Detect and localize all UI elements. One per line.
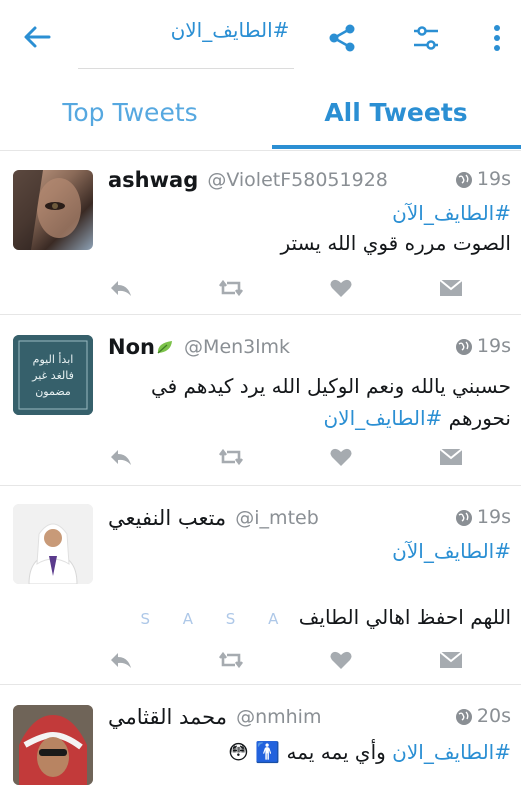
tab-top-tweets[interactable]: Top Tweets xyxy=(0,78,260,150)
direct-message-icon[interactable] xyxy=(438,276,464,300)
like-icon[interactable] xyxy=(328,445,354,469)
svg-text:فالغد غير: فالغد غير xyxy=(31,369,74,382)
share-icon[interactable] xyxy=(326,22,358,54)
direct-message-icon[interactable] xyxy=(438,445,464,469)
hashtag-link[interactable]: #الطايف_الان xyxy=(392,740,511,764)
hashtag-link[interactable]: #الطايف_الآن xyxy=(108,198,511,228)
active-tab-indicator xyxy=(272,145,521,149)
avatar-image xyxy=(13,705,93,785)
avatar-image xyxy=(13,170,81,250)
search-title: #الطايف_الان xyxy=(170,18,290,42)
time-label: 19s xyxy=(476,168,511,190)
tweet-text: الصوت مرره قوي الله يستر xyxy=(280,231,512,255)
time-label: 19s xyxy=(476,335,511,357)
tweet-text-line: نحورهم #الطايف_الان xyxy=(108,403,511,433)
avatar[interactable] xyxy=(13,705,93,785)
tweet-item[interactable]: متعب النفيعي @i_mteb 19s #الطايف_الآن ال… xyxy=(0,486,521,685)
filter-settings-icon[interactable] xyxy=(410,22,442,54)
display-name[interactable]: محمد القثامي xyxy=(108,705,227,729)
time-label: 20s xyxy=(476,705,511,727)
more-options-icon[interactable] xyxy=(489,22,505,54)
globe-icon xyxy=(455,171,472,188)
tweet-time: 19s xyxy=(455,506,511,528)
title-underline xyxy=(78,68,294,69)
tweet-time: 20s xyxy=(455,705,511,727)
globe-icon xyxy=(455,338,472,355)
like-icon[interactable] xyxy=(328,276,354,300)
back-arrow-icon[interactable] xyxy=(22,22,52,52)
tweet-actions xyxy=(108,276,464,300)
user-handle[interactable]: @nmhim xyxy=(236,706,321,728)
tweet-time: 19s xyxy=(455,335,511,357)
retweet-icon[interactable] xyxy=(218,445,244,469)
svg-text:ابدأ اليوم: ابدأ اليوم xyxy=(33,352,74,366)
avatar-image: ابدأ اليوم فالغد غير مضمون xyxy=(13,335,93,415)
retweet-icon[interactable] xyxy=(218,276,244,300)
reply-icon[interactable] xyxy=(108,648,134,672)
top-bar: #الطايف_الان xyxy=(0,0,521,78)
globe-icon xyxy=(455,708,472,725)
like-icon[interactable] xyxy=(328,648,354,672)
reply-icon[interactable] xyxy=(108,276,134,300)
user-handle[interactable]: @Men3lmk xyxy=(184,336,290,358)
hashtag-link[interactable]: #الطايف_الان xyxy=(323,406,442,430)
tweet-text: وأي يمه يمه 🚹 😳 xyxy=(228,740,386,764)
globe-icon xyxy=(455,509,472,526)
tweet-header: متعب النفيعي @i_mteb 19s xyxy=(108,506,511,536)
tweet-text: نحورهم xyxy=(448,406,511,430)
tab-bar: Top Tweets All Tweets xyxy=(0,78,521,151)
leaf-emoji-icon xyxy=(157,341,172,354)
tweet-item[interactable]: ashwag @VioletF58051928 19s #الطايف_الآن… xyxy=(0,152,521,315)
tab-all-tweets[interactable]: All Tweets xyxy=(271,78,521,150)
avatar-image xyxy=(13,504,93,584)
user-handle[interactable]: @VioletF58051928 xyxy=(207,169,388,191)
display-name[interactable]: Non xyxy=(108,335,155,359)
user-handle[interactable]: @i_mteb xyxy=(235,507,319,529)
tweet-item[interactable]: ابدأ اليوم فالغد غير مضمون Non @Men3lmk … xyxy=(0,315,521,486)
tweet-header: محمد القثامي @nmhim 20s xyxy=(108,705,511,735)
tweet-header: Non @Men3lmk 19s xyxy=(108,335,511,365)
avatar[interactable]: ابدأ اليوم فالغد غير مضمون xyxy=(13,335,93,415)
tweet-actions xyxy=(108,648,464,672)
display-name[interactable]: متعب النفيعي xyxy=(108,506,226,530)
tweet-header: ashwag @VioletF58051928 19s xyxy=(108,168,511,198)
tweet-text: اللهم احفظ اهالي الطايف xyxy=(298,605,511,629)
tweet-text-line: #الطايف_الان وأي يمه يمه 🚹 😳 xyxy=(108,737,511,767)
reply-icon[interactable] xyxy=(108,445,134,469)
tweet-item[interactable]: محمد القثامي @nmhim 20s #الطايف_الان وأي… xyxy=(0,685,521,798)
tweet-text: حسبني يالله ونعم الوكيل الله يرد كيدهم ف… xyxy=(150,374,511,398)
direct-message-icon[interactable] xyxy=(438,648,464,672)
hashtag-link[interactable]: #الطايف_الآن xyxy=(108,536,511,566)
retweet-icon[interactable] xyxy=(218,648,244,672)
avatar[interactable] xyxy=(13,170,93,250)
avatar[interactable] xyxy=(13,504,93,584)
tweet-time: 19s xyxy=(455,168,511,190)
svg-text:مضمون: مضمون xyxy=(35,385,71,398)
display-name[interactable]: ashwag xyxy=(108,168,198,192)
time-label: 19s xyxy=(476,506,511,528)
tweet-actions xyxy=(108,445,464,469)
tweet-text-line: اللهم احفظ اهالي الطايف S A S A xyxy=(108,602,511,634)
decorative-letters: S A S A xyxy=(140,610,293,628)
